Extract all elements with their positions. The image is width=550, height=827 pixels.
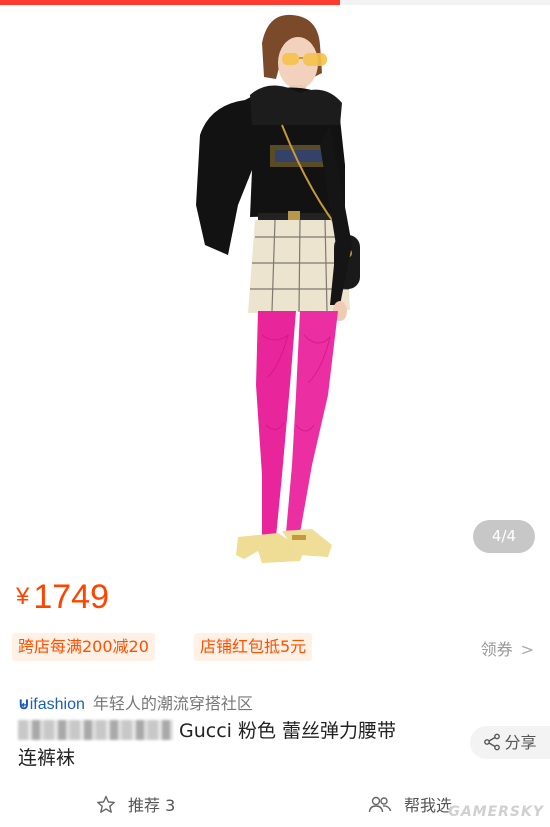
blurred-shop-name <box>18 720 173 740</box>
model-illustration <box>196 14 360 563</box>
share-label: 分享 <box>504 733 537 752</box>
gamersky-watermark: GAMERSKY <box>448 804 544 820</box>
brand-slogan: 年轻人的潮流穿搭社区 <box>92 694 253 713</box>
title-line-2: 连裤袜 <box>18 747 76 769</box>
recommend-label: 推荐 3 <box>128 796 176 815</box>
promo-tag-cross-store[interactable]: 跨店每满200减20 <box>12 633 155 661</box>
recommend-button[interactable]: 推荐 3 <box>96 792 175 816</box>
recommend-star-icon <box>97 795 115 813</box>
currency-symbol: ¥ <box>16 583 30 610</box>
product-title: Gucci 粉色 蕾丝弹力腰带 连裤袜 <box>18 718 458 772</box>
promo-tag-store-red-packet[interactable]: 店铺红包抵5元 <box>194 633 313 661</box>
get-coupon-button[interactable]: 领券 > <box>481 636 534 660</box>
chevron-right-icon: > <box>520 640 534 659</box>
ifashion-logo: ⊌ifashion <box>18 696 85 713</box>
ifashion-logo-mark: ⊌ <box>18 696 30 713</box>
help-me-choose-button[interactable]: 帮我选 <box>368 792 452 816</box>
coupon-label: 领券 <box>480 640 513 659</box>
title-line-1: Gucci 粉色 蕾丝弹力腰带 <box>179 720 397 742</box>
price: ¥1749 <box>16 578 109 617</box>
share-button[interactable]: 分享 <box>470 726 550 759</box>
image-counter: 4/4 <box>473 520 535 553</box>
people-icon <box>368 796 392 813</box>
product-image[interactable]: 4/4 <box>0 5 550 570</box>
price-value: 1749 <box>33 578 109 616</box>
brand-line[interactable]: ⊌ifashion 年轻人的潮流穿搭社区 <box>18 690 253 714</box>
share-icon <box>484 733 501 751</box>
help-label: 帮我选 <box>404 796 453 815</box>
